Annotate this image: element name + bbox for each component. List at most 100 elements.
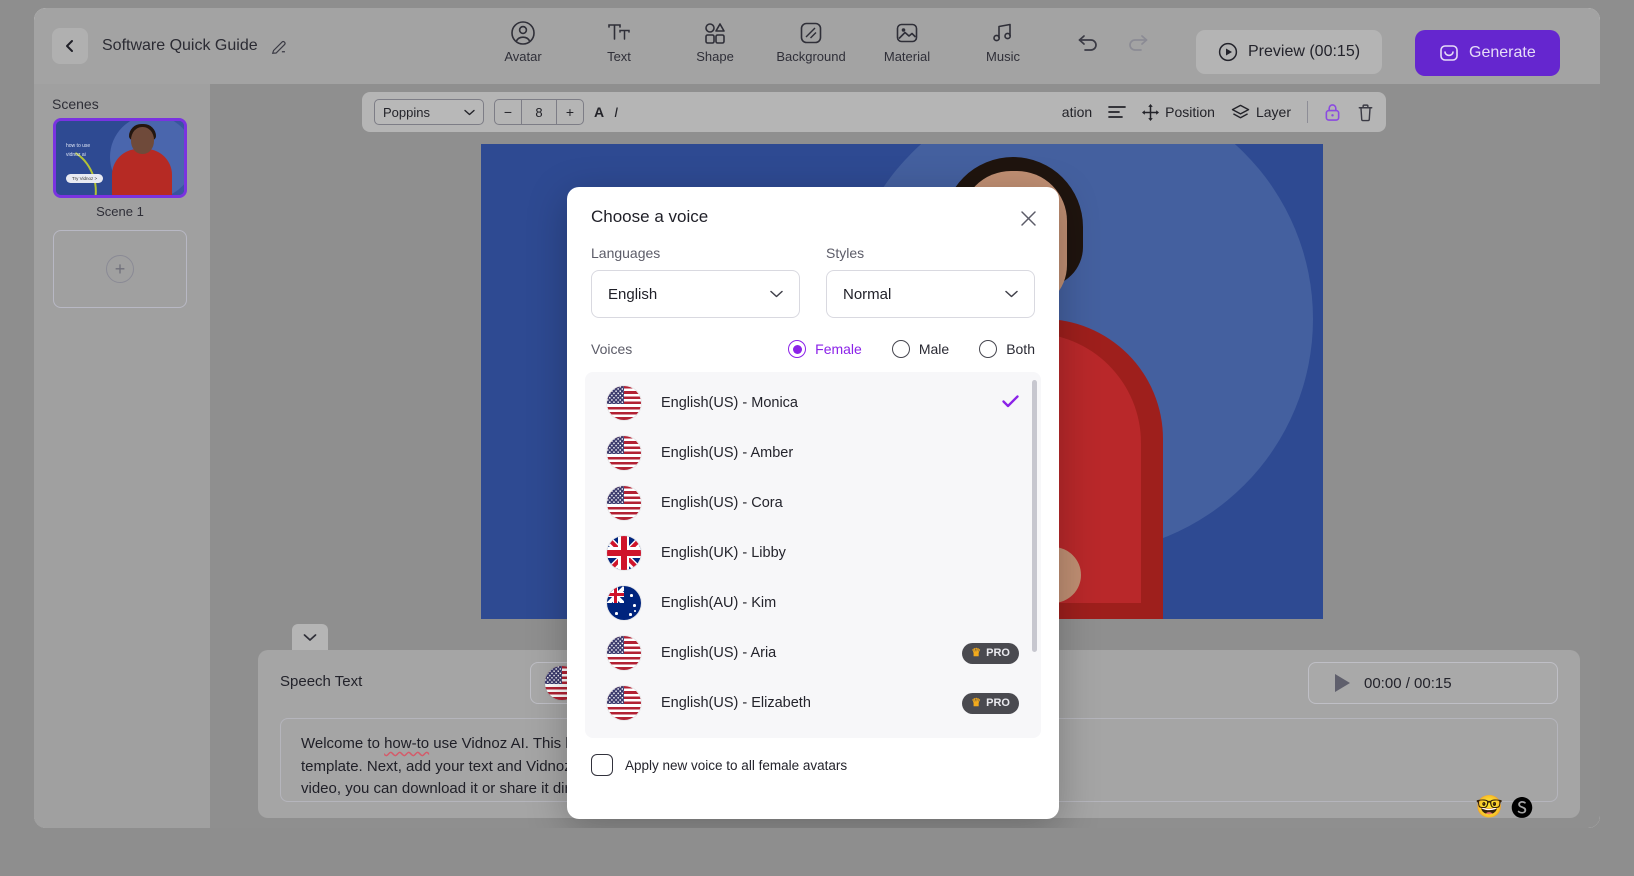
generate-label: Generate — [1469, 44, 1536, 61]
font-family-select[interactable]: Poppins — [374, 99, 484, 125]
format-toolbar-right: ation Position Layer — [1062, 101, 1374, 123]
italic-button[interactable]: I — [614, 104, 618, 120]
voice-list-item[interactable]: English(UK) - Libby — [585, 528, 1041, 578]
animation-label: ation — [1061, 104, 1093, 120]
layer-label: Layer — [1255, 104, 1291, 120]
play-icon[interactable] — [1335, 674, 1350, 692]
speech-text-label: Speech Text — [280, 672, 363, 690]
redo-icon — [1129, 35, 1148, 51]
close-button[interactable] — [1015, 205, 1041, 231]
preview-button[interactable]: Preview (00:15) — [1196, 30, 1383, 74]
bold-button[interactable]: A — [594, 104, 604, 120]
apply-all-checkbox[interactable] — [591, 754, 613, 776]
move-icon — [1142, 103, 1160, 121]
speech-line1-part2: use Vidnoz AI. This — [429, 735, 566, 752]
back-button[interactable] — [52, 28, 88, 64]
voice-list[interactable]: English(US) - Monica English(US) - Amber E… — [585, 372, 1041, 738]
tool-material[interactable]: Material — [873, 20, 941, 64]
sparkle-video-icon — [1440, 45, 1458, 61]
crown-icon: ♛ — [971, 646, 982, 659]
emoji-row: 🤓 🅢 — [1476, 791, 1533, 823]
layers-icon — [1231, 104, 1250, 118]
us-flag-icon — [607, 686, 641, 720]
delete-button[interactable] — [1357, 103, 1374, 122]
modal-selectors: Languages English Styles Normal — [567, 227, 1059, 318]
tool-avatar[interactable]: Avatar — [489, 20, 557, 64]
layer-button[interactable]: Layer — [1231, 104, 1291, 121]
pro-badge-label: PRO — [986, 697, 1010, 709]
badge-count-icon[interactable]: 🅢 — [1511, 791, 1533, 823]
tool-material-label: Material — [883, 49, 931, 64]
undo-button[interactable] — [1076, 32, 1100, 54]
gender-radio-group: Female Male Both — [788, 340, 1035, 358]
font-size-stepper[interactable]: − 8 + — [494, 99, 584, 125]
tool-music[interactable]: Music — [969, 20, 1037, 64]
radio-both[interactable]: Both — [979, 340, 1035, 358]
style-selector-group: Styles Normal — [826, 245, 1035, 318]
us-flag-icon — [607, 636, 641, 670]
voice-name: English(AU) - Kim — [661, 595, 777, 611]
project-title: Software Quick Guide — [102, 37, 258, 54]
scene-thumbnail-1[interactable]: how to use vidnoz ai Try Vidnoz > — [53, 118, 187, 198]
position-button[interactable]: Position — [1142, 103, 1215, 121]
add-scene-button[interactable]: + — [53, 230, 187, 308]
us-flag-icon — [607, 386, 641, 420]
styles-label: Styles — [826, 245, 865, 261]
voice-list-item[interactable]: English(AU) - Kim — [585, 578, 1041, 628]
tool-background[interactable]: Background — [776, 20, 846, 64]
edit-title-button[interactable] — [270, 37, 288, 55]
collapse-panel-button[interactable] — [292, 624, 328, 650]
pro-badge: ♛ PRO — [962, 642, 1019, 664]
voice-list-item[interactable]: English(US) - Amber — [585, 428, 1041, 478]
redo-button[interactable] — [1126, 32, 1150, 54]
undo-redo-group — [1076, 32, 1150, 54]
radio-male[interactable]: Male — [891, 340, 950, 358]
toolbar-divider — [1307, 101, 1308, 123]
font-size-minus[interactable]: − — [495, 100, 521, 124]
editor-body: Scenes how to use vidnoz ai Try Vidnoz >… — [34, 84, 1600, 828]
voice-list-item[interactable]: English(US) - Cora — [585, 478, 1041, 528]
radio-dot-both — [979, 340, 998, 358]
shape-icon — [705, 23, 725, 44]
voice-list-item[interactable]: English(US) - Elizabeth ♛ PRO — [585, 678, 1041, 728]
voice-list-item[interactable]: English(US) - Aria ♛ PRO — [585, 628, 1041, 678]
radio-female[interactable]: Female — [788, 340, 862, 358]
generate-button[interactable]: Generate — [1415, 30, 1560, 76]
uk-flag-icon — [607, 536, 641, 570]
tool-music-label: Music — [986, 49, 1020, 64]
crown-icon: ♛ — [971, 696, 982, 709]
voice-list-item[interactable]: English(US) - Monica — [585, 378, 1041, 428]
pencil-icon — [271, 41, 286, 54]
tool-text[interactable]: Text — [585, 20, 653, 64]
scenes-panel: Scenes how to use vidnoz ai Try Vidnoz >… — [34, 84, 210, 828]
preview-label: Preview (00:15) — [1248, 43, 1361, 60]
style-select[interactable]: Normal — [826, 270, 1035, 318]
nerd-emoji-icon[interactable]: 🤓 — [1476, 794, 1503, 820]
au-flag-icon — [607, 586, 641, 620]
font-size-value[interactable]: 8 — [521, 100, 557, 124]
us-flag-icon — [607, 436, 641, 470]
language-select[interactable]: English — [591, 270, 800, 318]
lock-icon — [1325, 103, 1340, 121]
audio-player[interactable]: 00:00 / 00:15 — [1308, 662, 1558, 704]
tool-avatar-label: Avatar — [504, 49, 542, 64]
align-button[interactable] — [1108, 105, 1127, 119]
chevron-down-icon — [303, 633, 317, 641]
animation-button[interactable]: ation — [1062, 104, 1092, 120]
font-family-value: Poppins — [383, 104, 430, 120]
font-size-plus[interactable]: + — [557, 100, 583, 124]
lock-button[interactable] — [1324, 103, 1341, 122]
scene-thumb-canvas: how to use vidnoz ai Try Vidnoz > — [56, 121, 184, 195]
voice-list-scrollbar[interactable] — [1032, 380, 1037, 652]
trash-icon — [1358, 103, 1373, 121]
time-display: 00:00 / 00:15 — [1364, 674, 1452, 692]
radio-male-label: Male — [918, 341, 950, 357]
music-icon — [993, 23, 1011, 42]
text-icon — [608, 24, 630, 40]
voice-name: English(US) - Amber — [661, 445, 794, 461]
radio-female-label: Female — [815, 341, 862, 357]
plus-icon: + — [106, 255, 134, 283]
radio-both-label: Both — [1006, 341, 1035, 357]
voice-name: English(US) - Cora — [661, 495, 783, 511]
tool-shape[interactable]: Shape — [681, 20, 749, 64]
